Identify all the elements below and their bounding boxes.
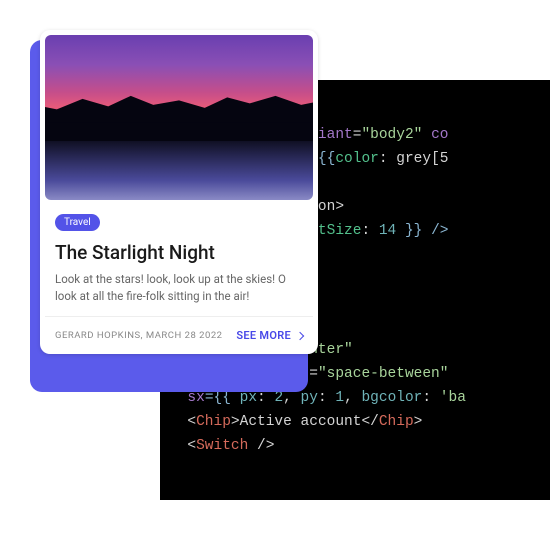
- card-hero-image: [45, 35, 313, 200]
- card-body: Travel The Starlight Night Look at the s…: [45, 200, 313, 316]
- card-footer: GERARD HOPKINS, MARCH 28 2022 SEE MORE: [45, 316, 313, 354]
- article-card[interactable]: Travel The Starlight Night Look at the s…: [40, 30, 318, 354]
- see-more-button[interactable]: SEE MORE: [236, 329, 303, 342]
- card-byline: GERARD HOPKINS, MARCH 28 2022: [55, 330, 223, 341]
- card-description: Look at the stars! look, look up at the …: [55, 271, 303, 304]
- category-chip[interactable]: Travel: [55, 214, 100, 231]
- chevron-right-icon: [296, 332, 304, 340]
- code-line: <Switch />: [170, 438, 274, 454]
- code-line: <Chip>Active account</Chip>: [170, 414, 422, 430]
- mountain-silhouette: [45, 111, 313, 141]
- card-title: The Starlight Night: [55, 241, 303, 264]
- see-more-label: SEE MORE: [236, 329, 291, 342]
- code-line: sx={{ px: 2, py: 1, bgcolor: 'ba: [170, 390, 466, 406]
